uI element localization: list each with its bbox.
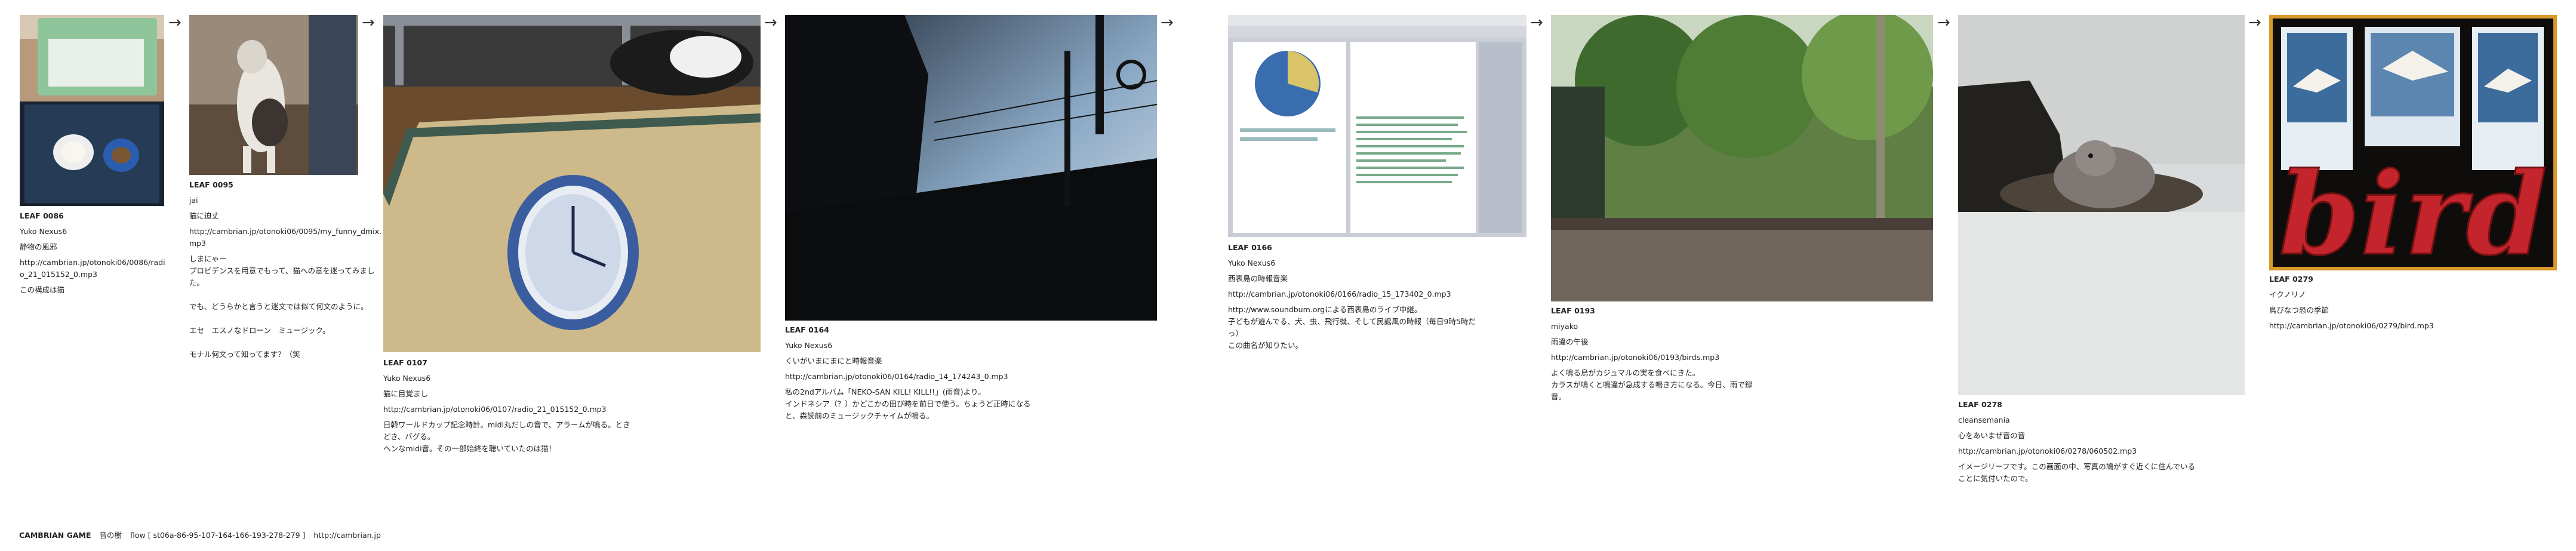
leaf-author: Yuko Nexus6 xyxy=(1228,258,1276,267)
bird-logo-text: bird xyxy=(2279,147,2547,270)
leaf-mp3-link[interactable]: http://cambrian.jp/otonoki06/0278/060502… xyxy=(1958,445,2197,457)
flow-arrow-icon: → xyxy=(2248,14,2261,32)
leaf-description: よく鳴る鳥がカジュマルの実を食べにきた。 カラスが鳴くと鳴違が急成する鳴き方にな… xyxy=(1551,368,1753,401)
leaf-id: LEAF 0164 xyxy=(785,325,829,334)
leaf-title: くいがいまにまにと時報音楽 xyxy=(785,356,882,365)
leaf-mp3-link[interactable]: http://cambrian.jp/otonoki06/0086/radio_… xyxy=(20,257,166,281)
dove-nest-photo xyxy=(1958,15,2245,395)
leaf-description: 私の2ndアルバム「NEKO-SAN KILL! KILL!!」(雨音)より。 … xyxy=(785,387,1031,420)
footer-flow: flow [ st06a-86-95-107-164-166-193-278-2… xyxy=(130,531,306,540)
leaf-author: Yuko Nexus6 xyxy=(383,374,431,383)
leaf-id: LEAF 0166 xyxy=(1228,243,1272,252)
leaf-thumbnail[interactable] xyxy=(20,15,164,206)
flow-arrow-icon: → xyxy=(168,14,181,32)
leaf-description: しまにゃー プロビデンスを用意でもって、猫への意を迷ってみました。 でも、どうら… xyxy=(189,254,375,359)
footer-home-link[interactable]: http://cambrian.jp xyxy=(313,531,381,540)
leaf-title: 猫に迫丈 xyxy=(189,211,220,220)
clock-on-tatami-photo xyxy=(383,15,761,352)
leaf-description: イメージリーフです。この画面の中、写真の鳩がすぐ近くに住んでいることに気付いたの… xyxy=(1958,462,2196,483)
leaf-author: cleansemania xyxy=(1958,415,2010,424)
leaf-mp3-link[interactable]: http://cambrian.jp/otonoki06/0166/radio_… xyxy=(1228,288,1476,300)
leaf-author: miyako xyxy=(1551,322,1578,331)
leaf-title: 静物の風邪 xyxy=(20,242,57,251)
bird-artwork: bird xyxy=(2269,15,2557,270)
leaf-title: 猫に目覚まし xyxy=(383,389,429,398)
leaf-id: LEAF 0107 xyxy=(383,358,427,367)
flow-arrow-icon: → xyxy=(362,14,375,32)
leaf-mp3-link[interactable]: http://cambrian.jp/otonoki06/0095/my_fun… xyxy=(189,226,386,250)
leaf-mp3-link[interactable]: http://cambrian.jp/otonoki06/0193/birds.… xyxy=(1551,352,1760,364)
leaf-mp3-link[interactable]: http://cambrian.jp/otonoki06/0279/bird.m… xyxy=(2269,320,2508,332)
leaf-title: 雨違の午後 xyxy=(1551,337,1589,346)
leaf-thumbnail[interactable] xyxy=(785,15,1157,321)
leaf-thumbnail[interactable] xyxy=(1958,15,2245,395)
cat-standing-photo xyxy=(189,15,358,175)
leaf-id: LEAF 0095 xyxy=(189,180,233,189)
leaf-thumbnail[interactable] xyxy=(189,15,358,175)
flow-arrow-icon: → xyxy=(764,14,777,32)
leaf-title: 鳥びなつ恐の季節 xyxy=(2269,306,2329,315)
leaf-id: LEAF 0193 xyxy=(1551,306,1595,315)
leaf-author: イクノリノ xyxy=(2269,290,2306,299)
evening-sky-silhouette-photo xyxy=(785,15,1157,321)
leaf-thumbnail[interactable] xyxy=(1551,15,1933,301)
leaf-mp3-link[interactable]: http://cambrian.jp/otonoki06/0107/radio_… xyxy=(383,404,631,415)
leaf-id: LEAF 0278 xyxy=(1958,400,2002,409)
footer-brand: CAMBRIAN GAME xyxy=(19,531,91,540)
leaf-mp3-link[interactable]: http://cambrian.jp/otonoki06/0164/radio_… xyxy=(785,371,1033,383)
flow-arrow-icon: → xyxy=(1530,14,1543,32)
footer-name: 音の樹 xyxy=(99,531,122,540)
leaf-title: 心をあいまぜ音の音 xyxy=(1958,431,2026,440)
leaf-id: LEAF 0279 xyxy=(2269,275,2313,284)
screenshot-thumbnail xyxy=(1228,15,1526,237)
cat-bowls-photo xyxy=(20,15,164,206)
flow-arrow-icon: → xyxy=(1937,14,1950,32)
leaf-author: Yuko Nexus6 xyxy=(785,341,833,350)
leaf-author: Yuko Nexus6 xyxy=(20,227,67,236)
page-footer: CAMBRIAN GAME 音の樹 flow [ st06a-86-95-107… xyxy=(19,529,387,540)
leaf-thumbnail[interactable] xyxy=(383,15,761,352)
leaf-description: この構成は猫 xyxy=(20,285,65,294)
leaf-title: 西表島の時報音楽 xyxy=(1228,274,1288,283)
leaf-description: 日韓ワールドカップ記念時計。midi丸だしの音で、アラームが鳴る。ときどき、バグ… xyxy=(383,420,630,453)
leaf-thumbnail[interactable]: bird xyxy=(2269,15,2557,270)
garden-trees-photo xyxy=(1551,15,1933,301)
leaf-author: jai xyxy=(189,196,198,205)
flow-arrow-icon: → xyxy=(1161,14,1174,32)
leaf-id: LEAF 0086 xyxy=(20,211,64,220)
leaf-thumbnail[interactable] xyxy=(1228,15,1526,237)
leaf-description: http://www.soundbum.orgによる西表島のライブ中継。 子ども… xyxy=(1228,305,1476,350)
